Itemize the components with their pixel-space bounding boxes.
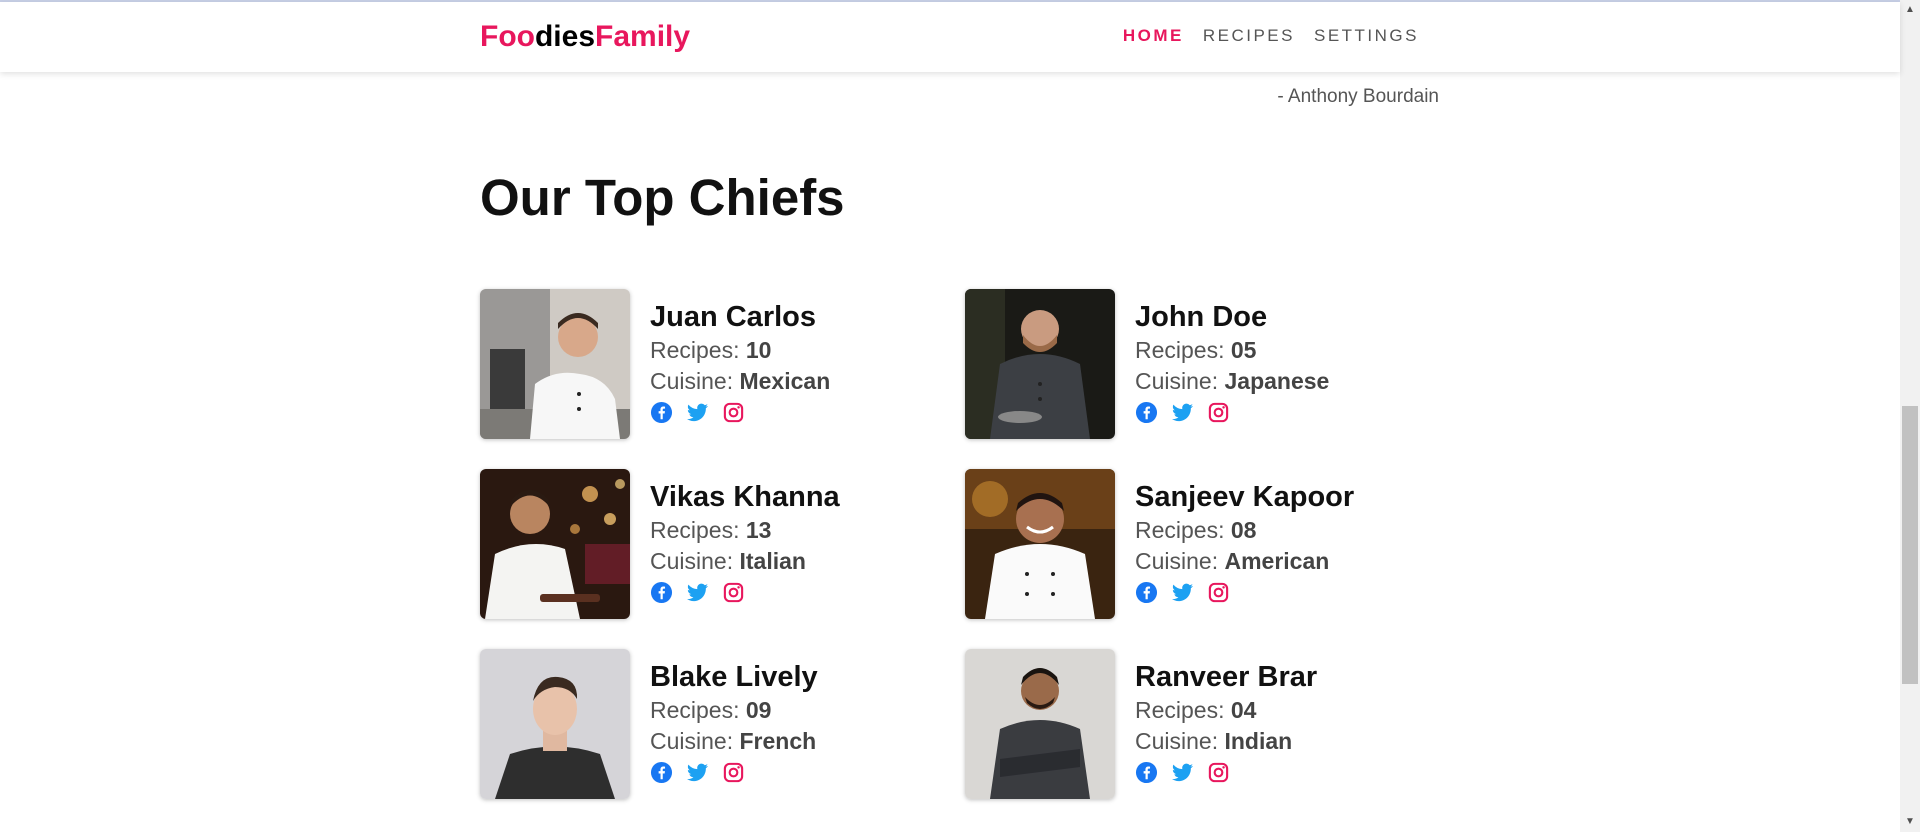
scroll-up-icon[interactable]: ▲: [1904, 4, 1916, 16]
facebook-icon[interactable]: [650, 581, 673, 604]
recipes-count: 09: [745, 697, 772, 723]
social-links: [1135, 401, 1329, 424]
chef-photo: [965, 469, 1115, 619]
cuisine-value: French: [739, 728, 817, 754]
instagram-icon[interactable]: [1207, 581, 1230, 604]
facebook-icon[interactable]: [1135, 581, 1158, 604]
chef-card: Sanjeev Kapoor Recipes: 08 Cuisine: Amer…: [965, 469, 1365, 619]
recipes-label: Recipes:: [1135, 517, 1231, 543]
chef-cuisine: Cuisine: Japanese: [1135, 366, 1329, 397]
nav-links: HOME RECIPES SETTINGS: [1123, 26, 1419, 46]
facebook-icon[interactable]: [1135, 401, 1158, 424]
chef-photo: [480, 289, 630, 439]
chef-name: Juan Carlos: [650, 301, 816, 333]
chef-info: Blake Lively Recipes: 09 Cuisine: French: [650, 659, 818, 784]
chef-photo: [965, 649, 1115, 799]
recipes-count: 04: [1230, 697, 1257, 723]
chef-name: John Doe: [1135, 301, 1268, 333]
chef-name: Blake Lively: [650, 661, 818, 693]
chef-photo: [480, 649, 630, 799]
chef-recipes: Recipes: 04: [1135, 695, 1317, 726]
social-links: [1135, 761, 1317, 784]
scroll-down-icon[interactable]: ▼: [1904, 816, 1916, 828]
cuisine-value: American: [1224, 548, 1330, 574]
cuisine-value: Japanese: [1224, 368, 1330, 394]
recipes-label: Recipes:: [1135, 697, 1231, 723]
chef-cuisine: Cuisine: American: [1135, 546, 1354, 577]
cuisine-label: Cuisine:: [650, 728, 740, 754]
chef-cuisine: Cuisine: Italian: [650, 546, 840, 577]
cuisine-label: Cuisine:: [1135, 368, 1225, 394]
chef-info: Juan Carlos Recipes: 10 Cuisine: Mexican: [650, 299, 830, 424]
twitter-icon[interactable]: [686, 761, 709, 784]
chef-card: Juan Carlos Recipes: 10 Cuisine: Mexican: [480, 289, 880, 439]
brand-part-3: Family: [595, 20, 691, 53]
chef-info: Ranveer Brar Recipes: 04 Cuisine: Indian: [1135, 659, 1317, 784]
social-links: [650, 401, 830, 424]
recipes-label: Recipes:: [650, 337, 746, 363]
brand-part-2: dies: [534, 20, 596, 53]
chef-recipes: Recipes: 10: [650, 335, 830, 366]
chef-recipes: Recipes: 13: [650, 515, 840, 546]
chef-photo: [480, 469, 630, 619]
chef-recipes: Recipes: 08: [1135, 515, 1354, 546]
cuisine-label: Cuisine:: [650, 548, 740, 574]
recipes-count: 05: [1230, 337, 1257, 363]
chef-card: Vikas Khanna Recipes: 13 Cuisine: Italia…: [480, 469, 880, 619]
chef-recipes: Recipes: 09: [650, 695, 818, 726]
recipes-label: Recipes:: [1135, 337, 1231, 363]
twitter-icon[interactable]: [686, 401, 709, 424]
instagram-icon[interactable]: [1207, 761, 1230, 784]
navbar: FoodiesFamily HOME RECIPES SETTINGS: [0, 2, 1900, 72]
cuisine-label: Cuisine:: [650, 368, 740, 394]
social-links: [1135, 581, 1354, 604]
nav-settings[interactable]: SETTINGS: [1314, 26, 1419, 46]
instagram-icon[interactable]: [722, 401, 745, 424]
chef-info: John Doe Recipes: 05 Cuisine: Japanese: [1135, 299, 1329, 424]
chef-card: John Doe Recipes: 05 Cuisine: Japanese: [965, 289, 1365, 439]
recipes-count: 10: [745, 337, 772, 363]
twitter-icon[interactable]: [1171, 761, 1194, 784]
facebook-icon[interactable]: [650, 401, 673, 424]
chef-photo: [965, 289, 1115, 439]
twitter-icon[interactable]: [1171, 401, 1194, 424]
brand-logo[interactable]: FoodiesFamily: [480, 20, 690, 54]
chef-name: Sanjeev Kapoor: [1135, 481, 1355, 513]
chef-name: Ranveer Brar: [1135, 661, 1318, 693]
instagram-icon[interactable]: [722, 761, 745, 784]
scrollbar-thumb[interactable]: [1902, 406, 1918, 684]
chef-name: Vikas Khanna: [650, 481, 840, 513]
facebook-icon[interactable]: [650, 761, 673, 784]
nav-recipes[interactable]: RECIPES: [1203, 26, 1295, 46]
chef-cuisine: Cuisine: Indian: [1135, 726, 1317, 757]
nav-home[interactable]: HOME: [1123, 26, 1184, 46]
chef-card: Ranveer Brar Recipes: 04 Cuisine: Indian: [965, 649, 1365, 799]
cuisine-value: Italian: [739, 548, 806, 574]
twitter-icon[interactable]: [686, 581, 709, 604]
chef-cuisine: Cuisine: Mexican: [650, 366, 830, 397]
social-links: [650, 581, 840, 604]
quote-author: - Anthony Bourdain: [1277, 86, 1439, 107]
chef-card: Blake Lively Recipes: 09 Cuisine: French: [480, 649, 880, 799]
cuisine-label: Cuisine:: [1135, 548, 1225, 574]
recipes-label: Recipes:: [650, 517, 746, 543]
chef-recipes: Recipes: 05: [1135, 335, 1329, 366]
recipes-count: 13: [745, 517, 772, 543]
cuisine-label: Cuisine:: [1135, 728, 1225, 754]
brand-part-1: Foo: [480, 20, 535, 53]
instagram-icon[interactable]: [722, 581, 745, 604]
recipes-count: 08: [1230, 517, 1257, 543]
chef-info: Sanjeev Kapoor Recipes: 08 Cuisine: Amer…: [1135, 479, 1354, 604]
chef-cuisine: Cuisine: French: [650, 726, 818, 757]
instagram-icon[interactable]: [1207, 401, 1230, 424]
recipes-label: Recipes:: [650, 697, 746, 723]
twitter-icon[interactable]: [1171, 581, 1194, 604]
social-links: [650, 761, 818, 784]
facebook-icon[interactable]: [1135, 761, 1158, 784]
chef-info: Vikas Khanna Recipes: 13 Cuisine: Italia…: [650, 479, 840, 604]
cuisine-value: Mexican: [739, 368, 831, 394]
cuisine-value: Indian: [1224, 728, 1293, 754]
section-title: Our Top Chiefs: [480, 169, 845, 226]
